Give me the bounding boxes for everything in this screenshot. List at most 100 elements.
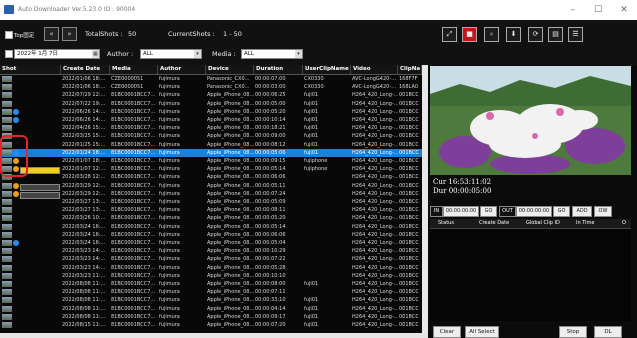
table-row[interactable]: 2022/01/07 18:… 81BC0001BCC7… fujimura Appl… <box>0 157 422 165</box>
list-col-create-date[interactable]: Create Date <box>479 219 509 228</box>
in-label: IN <box>430 206 443 217</box>
table-row[interactable]: 2022/08/08 11:… 81BC0001BCC7… fujimura Appl… <box>0 280 422 288</box>
table-cell: fujimura <box>159 190 180 197</box>
table-row[interactable]: 2022/01/06 18:… CZE0000051 fujimura Panason… <box>0 75 422 83</box>
fullscreen-icon[interactable]: ⤢ <box>442 27 457 42</box>
table-row[interactable]: 2022/03/23 14:… 81BC0001BCC7… fujimura Appl… <box>0 255 422 263</box>
col-shot[interactable]: Shot <box>0 65 61 74</box>
table-cell: Apple_iPhone_08… <box>207 223 254 230</box>
all-select-button[interactable]: All Select <box>465 326 499 338</box>
table-row[interactable]: 2022/01/25 15:… 81BC0001BCC7… fujimura Appl… <box>0 141 422 149</box>
col-create-date[interactable]: Create Date <box>61 65 110 74</box>
table-row[interactable]: 2022/08/15 11:… 81BC0001BCC7… fujimura Appl… <box>0 321 422 329</box>
table-row[interactable]: 2022/08/08 11:… 81BC0001BCC7… fujimura Appl… <box>0 296 422 304</box>
table-cell: Apple_iPhone_08… <box>207 322 254 328</box>
overwrite-button[interactable]: OW <box>594 206 612 217</box>
refresh-icon[interactable]: ⟳ <box>528 27 543 42</box>
shot-thumbnail <box>2 231 12 238</box>
download-icon[interactable]: ⬇ <box>506 27 521 42</box>
table-row[interactable]: 2022/04/26 15:… 81BC0001BCC7… fujimura Appl… <box>0 124 422 132</box>
layout-icon[interactable]: ▤ <box>548 27 563 42</box>
table-vertical-scrollbar[interactable] <box>422 65 428 333</box>
clear-button[interactable]: Clear <box>433 326 461 338</box>
preview-image <box>430 66 631 175</box>
table-row[interactable]: 2022/06/26 14:… 81BC0001BCC7… fujimura Appl… <box>0 116 422 124</box>
table-cell: fujimura <box>159 92 180 99</box>
list-col-status[interactable]: Status <box>438 219 454 228</box>
col-media[interactable]: Media <box>110 65 158 74</box>
add-button[interactable]: ADD <box>572 206 592 217</box>
table-cell: Apple_iPhone_08… <box>207 305 254 312</box>
dl-button[interactable]: DL <box>594 326 622 338</box>
table-row[interactable]: 2022/03/24 16:… 81BC0001BCC7… fujimura Appl… <box>0 223 422 231</box>
calendar-icon[interactable]: ▦ <box>92 50 99 58</box>
out-timecode-input[interactable]: 00:00:00:00 <box>516 206 552 217</box>
table-cell: Apple_iPhone_08… <box>207 281 254 287</box>
table-cell: fuji01 <box>304 281 319 287</box>
list-col-in-time[interactable]: In Time <box>576 219 594 228</box>
table-row[interactable]: 2022/01/06 18:… CZE0000051 fujimura Panason… <box>0 83 422 91</box>
list-col-out[interactable]: O <box>622 219 626 228</box>
table-row[interactable]: 2022/08/08 11:… 81BC0001BCC7… fujimura Appl… <box>0 288 422 296</box>
table-cell: Apple_iPhone_08… <box>207 231 254 238</box>
table-row[interactable]: 2022/03/23 14:… 81BC0001BCC7… fujimura Appl… <box>0 264 422 272</box>
download-list[interactable] <box>430 229 631 321</box>
table-row[interactable]: 2022/03/23 14:… 81BC0001BCC7… fujimura Appl… <box>0 247 422 255</box>
col-author[interactable]: Author <box>158 65 206 74</box>
stop-button[interactable]: Stop <box>559 326 587 338</box>
table-row[interactable]: 2022/03/29 12:… 81BC0001BCC7… fujimura Appl… <box>0 190 422 199</box>
table-row[interactable]: 2022/03/26 10:… 81BC0001BCC7… fujimura Appl… <box>0 214 422 222</box>
table-cell: fujimura <box>159 158 180 164</box>
table-cell: 2022/03/25 15:… <box>62 133 106 140</box>
table-row[interactable]: 2022/07/22 19:… 81BC0001BCC7… fujimura Appl… <box>0 100 422 108</box>
date-filter-checkbox[interactable] <box>5 50 13 58</box>
table-cell: Apple_iPhone_08… <box>207 313 254 320</box>
shot-thumbnail <box>2 76 12 82</box>
in-go-button[interactable]: GO <box>480 206 497 217</box>
table-row[interactable]: 2022/08/08 11:… 81BC0001BCC7… fujimura Appl… <box>0 313 422 321</box>
maximize-icon[interactable]: ☐ <box>591 4 605 16</box>
author-select[interactable]: ALL ▾ <box>140 49 202 59</box>
top-fixed-checkbox[interactable] <box>5 31 13 39</box>
pause-icon[interactable]: ⏸ <box>484 27 499 42</box>
col-clip-name[interactable]: ClipNa <box>398 65 422 74</box>
table-row[interactable]: 2022/06/26 14:… 81BC0001BCC7… fujimura Appl… <box>0 108 422 116</box>
out-go-button[interactable]: GO <box>553 206 570 217</box>
table-cell: 00:00:08:12 <box>255 141 286 148</box>
table-row[interactable]: 2022/01/24 18:… 81BC0001BCC7… fujimura Appl… <box>0 148 422 157</box>
table-row[interactable]: 2022/03/29 12:… 81BC0001BCC7… fujimura Appl… <box>0 182 422 191</box>
next-page-button[interactable]: » <box>62 27 77 41</box>
table-row[interactable]: 2022/07/29 12:… 81BC0001BCC7… fujimura Appl… <box>0 91 422 99</box>
list-icon[interactable]: ☰ <box>568 27 583 42</box>
table-row[interactable]: 2022/01/07 12:… 81BC0001BCC7… fujimura Appl… <box>0 165 422 175</box>
col-device[interactable]: Device <box>206 65 254 74</box>
table-row[interactable]: 2022/03/24 16:… 81BC0001BCC7… fujimura Appl… <box>0 239 422 247</box>
media-select[interactable]: ALL ▾ <box>241 49 303 59</box>
table-cell: CZE0000051 <box>111 76 144 82</box>
table-cell: H264_420_Long-… <box>352 272 398 279</box>
prev-page-button[interactable]: « <box>44 27 59 41</box>
table-row[interactable]: 2022/03/25 15:… 81BC0001BCC7… fujimura Appl… <box>0 132 422 140</box>
table-row[interactable]: 2022/03/23 11:… 81BC0001BCC7… fujimura Appl… <box>0 272 422 280</box>
minimize-icon[interactable]: – <box>566 4 580 16</box>
table-row[interactable]: 2022/08/08 11:… 81BC0001BCC7… fujimura Appl… <box>0 305 422 313</box>
close-icon[interactable]: ✕ <box>617 4 631 16</box>
table-horizontal-scrollbar[interactable] <box>0 333 428 338</box>
col-duration[interactable]: Duration <box>254 65 303 74</box>
table-row[interactable]: 2022/03/27 13:… 81BC0001BCC7… fujimura Appl… <box>0 206 422 214</box>
list-col-global-clip-id[interactable]: Global Clip ID <box>526 219 560 228</box>
col-video[interactable]: Video <box>351 65 398 74</box>
table-row[interactable]: 2022/03/24 16:… 81BC0001BCC7… fujimura Appl… <box>0 231 422 239</box>
date-picker[interactable]: 2022年 1月 7日 ▦ <box>14 49 100 59</box>
record-icon[interactable]: ■ <box>462 27 477 42</box>
table-cell: 81BC0001BCC7… <box>111 125 156 132</box>
table-row[interactable]: 2022/03/28 12:… 81BC0001BCC7… fujimura Appl… <box>0 173 422 181</box>
table-row[interactable]: 2022/03/27 13:… 81BC0001BCC7… fujimura Appl… <box>0 198 422 206</box>
col-user-clip-name[interactable]: UserClipName <box>303 65 351 74</box>
video-preview[interactable] <box>430 66 631 175</box>
table-cell: fujimura <box>159 76 180 82</box>
shot-thumbnail <box>2 281 12 287</box>
table-cell: 00:00:04:14 <box>255 305 286 312</box>
in-timecode-input[interactable]: 00:00:00:00 <box>443 206 479 217</box>
shot-thumbnail <box>2 207 12 214</box>
